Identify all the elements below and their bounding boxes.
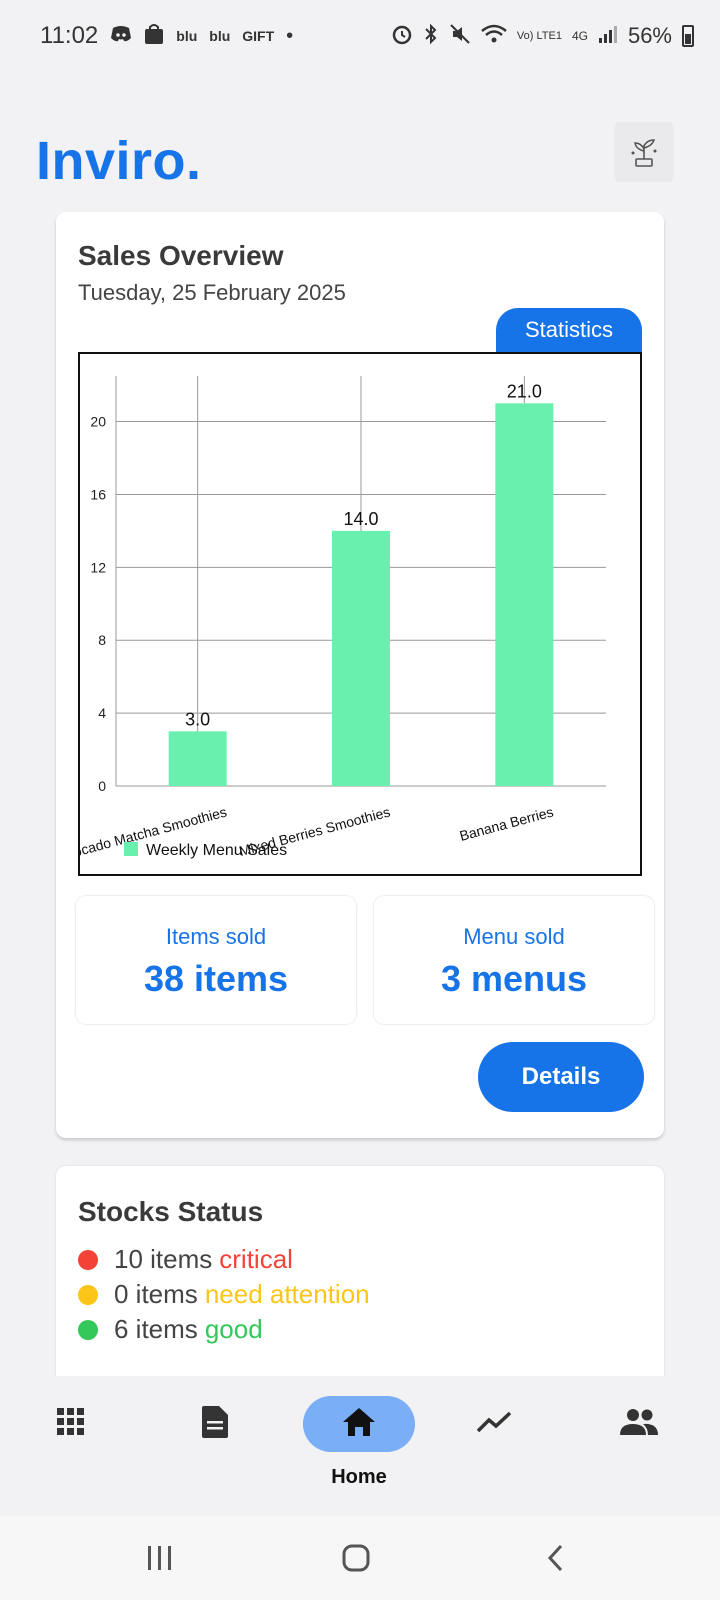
menu-sold-card: Menu sold 3 menus [374,896,654,1024]
legend-label: Weekly Menu Sales [146,842,287,859]
nav-pill [159,1396,271,1452]
items-sold-card: Items sold 38 items [76,896,356,1024]
stock-count: 10 items [114,1244,213,1274]
battery-icon [682,25,694,47]
bar-value-label: 21.0 [507,381,542,401]
dot-icon: • [286,25,294,47]
app-logo: Inviro. [36,131,202,191]
bar [168,731,227,786]
nav-item-people[interactable] [584,1396,694,1496]
mute-icon [449,23,471,49]
menu-sold-label: Menu sold [463,924,565,949]
app-header: Inviro. [0,72,720,214]
document-icon [201,1405,229,1444]
bar [495,403,554,786]
sales-overview-title: Sales Overview [78,240,284,271]
stock-row-good: 6 items good [78,1314,263,1345]
y-tick-label: 12 [90,559,106,575]
details-button[interactable]: Details [478,1042,644,1112]
bar [332,530,390,786]
bottom-navigation: Home [0,1376,720,1516]
stock-status-label: good [204,1314,263,1344]
grid-icon [56,1407,86,1442]
y-tick-label: 8 [98,632,106,648]
status-dot [78,1249,98,1270]
sales-chart: 0 4 8 12 16 20 3.0 Avocado Matcha Smoothies 14.0… [78,352,642,876]
stock-status-label: critical [219,1244,293,1274]
stock-row-critical: 10 items critical [78,1244,293,1275]
status-bar: 11:02 blu blu GIFT • Vo) LTE1 4G 56% [0,0,720,72]
y-tick-label: 20 [90,414,106,430]
y-tick-label: 4 [98,705,106,721]
shopping-bag-icon [144,23,164,49]
home-circle-icon[interactable] [326,1536,386,1580]
back-icon[interactable] [526,1536,586,1580]
stocks-status-card: Stocks Status 10 items critical 0 items … [56,1166,664,1376]
nav-item-home[interactable]: Home [303,1396,415,1496]
alarm-icon [391,23,413,49]
sales-date: Tuesday, 25 February 2025 [78,280,346,305]
nav-pill [15,1396,127,1452]
statistics-tab[interactable]: Statistics [496,308,642,352]
bar-value-label: 3.0 [185,709,210,729]
nav-label-home: Home [331,1466,387,1488]
discord-icon [110,25,132,47]
menu-sold-value: 3 menus [440,958,588,999]
nav-item-documents[interactable] [160,1396,270,1496]
blu-label: blu [176,28,198,44]
items-sold-value: 38 items [143,958,289,999]
home-icon [342,1407,376,1442]
status-time: 11:02 [40,22,99,49]
y-tick-label: 16 [90,486,106,502]
bar-value-label: 14.0 [343,509,378,529]
stock-count: 0 items [114,1279,198,1309]
stock-row-attention: 0 items need attention [78,1279,370,1310]
status-dot [78,1284,98,1305]
nav-item-analytics[interactable] [440,1396,550,1496]
status-left: 11:02 blu blu GIFT • [40,22,293,50]
blu-label: blu [209,28,231,44]
nav-pill [439,1396,551,1452]
volte-icon: Vo) LTE1 [516,29,562,42]
bluetooth-icon [423,23,439,49]
stocks-status-title: Stocks Status [78,1196,264,1227]
stock-count: 6 items [114,1314,198,1344]
status-right: Vo) LTE1 4G 56% [391,23,694,49]
legend-swatch [124,842,138,856]
plant-icon[interactable] [614,122,674,182]
y-tick-label: 0 [98,778,106,794]
items-sold-label: Items sold [165,924,267,949]
stock-status-label: need attention [204,1279,370,1309]
sales-overview-card: Sales Overview Tuesday, 25 February 2025… [56,212,664,1138]
nav-item-menu[interactable] [16,1396,126,1496]
system-navigation-bar [0,1516,720,1600]
gift-icon: GIFT [242,28,275,44]
bar-chart-svg: 0481216203.0Avocado Matcha Smoothies14.0… [80,376,606,864]
signal-icon [598,24,618,48]
4g-icon: 4G [571,29,588,43]
people-icon [619,1408,659,1441]
recents-icon[interactable] [130,1536,190,1580]
trending-icon [476,1410,513,1439]
battery-percent: 56% [627,23,672,48]
nav-pill [583,1396,695,1452]
wifi-icon [481,24,507,48]
status-dot [78,1319,98,1340]
x-tick-label: Banana Berries [458,803,555,843]
nav-pill [303,1396,415,1452]
